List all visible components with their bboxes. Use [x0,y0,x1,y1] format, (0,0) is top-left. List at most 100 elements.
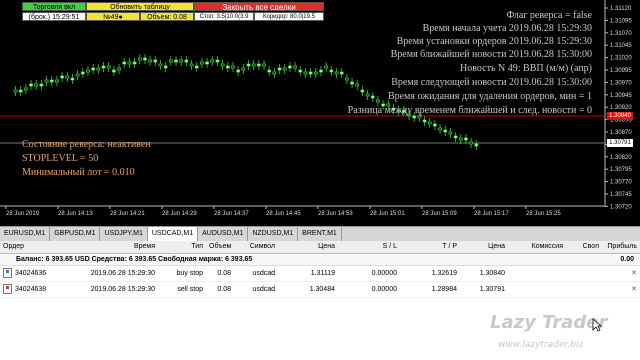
col-volume[interactable]: Объем [206,241,234,253]
stoplevel-text: STOPLEVEL = 50 [22,153,99,164]
tab-audusd[interactable]: AUDUSD,M1 [198,227,249,241]
table-row[interactable]: 34024638 2019.06.28 15:29:30 sell stop 0… [0,282,640,298]
news-number-field: №49● [86,12,140,21]
col-time[interactable]: Время [68,241,158,253]
col-tp[interactable]: T / P [400,241,460,253]
candle-body [464,137,468,141]
close-order-icon[interactable]: ✕ [602,282,640,297]
candle-body [267,69,272,73]
info-line: Время установки ордеров 2019.06.28 15:29… [396,36,592,47]
candle-body [101,65,106,69]
close-all-button[interactable]: Закрыть все сделки [194,2,324,11]
tab-nzdusd[interactable]: NZDUSD,M1 [248,227,299,241]
stop-field: Стоп: 3.5|10.0(3.9 [194,12,254,21]
candle-body [256,63,261,67]
candle-body [277,67,282,71]
sl-cell: 0.00000 [371,286,397,293]
candle-body [86,69,90,73]
col-swap[interactable]: Своп [566,241,602,253]
pending-order-icon [3,284,12,295]
candle-body [225,65,230,69]
balance-text: Баланс: 6 393.65 USD Средства: 6 393.65 … [16,256,253,263]
balance-row: Баланс: 6 393.65 USD Средства: 6 393.65 … [0,254,640,266]
time-tick-label: 28 Jun 15:17 [474,211,509,217]
candle-body [127,61,132,65]
candle-body [427,121,432,125]
candle-body [111,69,116,73]
candle-body [282,67,287,71]
candle-body [350,81,354,85]
candle-body [443,129,448,133]
tab-usdcad[interactable]: USDCAD,M1 [147,227,199,241]
candle-body [236,69,241,73]
price-tick-label: 1.31070 [610,31,632,37]
candle-body [23,87,28,91]
tab-eurusd[interactable]: EURUSD,M1 [0,227,51,241]
refresh-table-button[interactable]: Обновить таблицу [86,2,194,11]
candle-body [106,65,111,69]
balance-profit: 0.00 [620,256,634,263]
candle-body [210,59,215,63]
candle-body [122,61,127,65]
col-symbol[interactable]: Символ [234,241,278,253]
col-commission[interactable]: Комиссия [508,241,566,253]
col-current-price[interactable]: Цена [460,241,508,253]
candle-body [334,71,339,75]
volume-cell: 0.08 [217,270,231,277]
mouse-cursor-icon [592,318,602,332]
price-tick-label: 1.31095 [610,18,632,24]
candle-body [469,141,474,145]
time-tick-label: 28 Jun 14:21 [110,211,145,217]
candle-body [44,79,49,83]
time-cell: 2019.06.28 15:29:30 [90,270,155,277]
candle-body [153,59,158,63]
candle-body [148,59,153,63]
price-tick-label: 1.30745 [610,192,632,198]
close-order-icon[interactable]: ✕ [602,266,640,281]
table-row[interactable]: 34024636 2019.06.28 15:29:30 buy stop 0.… [0,266,640,282]
col-order[interactable]: Ордер [0,241,68,253]
candle-body [370,95,375,99]
info-line: Время ближайшей новости 2019.06.28 15:30… [390,49,592,60]
candle-body [422,119,427,123]
type-cell: buy stop [176,270,203,277]
tab-brent[interactable]: BRENT,M1 [298,227,342,241]
price-chart[interactable]: 1.31120 1.31095 1.31070 1.31045 1.31020 1.309… [0,0,640,226]
sl-cell: 0.00000 [371,270,397,277]
candle-body [324,65,329,69]
price-tick-label: 1.31020 [610,56,632,62]
info-line: Новость N 49: ВВП (м/м) (апр) [460,63,592,74]
time-tick-label: 28 Jun 14:45 [266,211,301,217]
swap-cell [566,282,602,297]
candle-body [189,63,194,67]
candle-body [412,115,417,119]
col-type[interactable]: Тип [158,241,206,253]
time-tick-label: 28 Jun 14:29 [162,211,197,217]
candle-body [438,127,442,131]
order-cell: 34024638 [0,282,68,297]
candle-body [432,123,437,127]
price-tick-label: 1.30945 [610,93,632,99]
watermark-title: Lazy Trader [490,312,608,333]
candle-body [453,135,458,139]
table-header: Ордер Время Тип Объем Символ Цена S / L … [0,241,640,254]
swap-cell [566,266,602,281]
tab-gbpusd[interactable]: GBPUSD,M1 [50,227,101,241]
candle-body [329,69,334,73]
col-price[interactable]: Цена [278,241,338,253]
price-tick-label: 1.30770 [610,180,632,186]
tab-usdjpy[interactable]: USDJPY,M1 [100,227,148,241]
col-sl[interactable]: S / L [338,241,400,253]
info-line: Время следующей новости 2019.06.28 15:30… [391,77,592,88]
price-tick-label: 1.30720 [610,204,632,210]
candle-body [194,65,199,69]
col-profit[interactable]: Прибыль [602,241,640,253]
time-tick-label: 28 Jun 14:53 [318,211,353,217]
candle-body [458,137,463,141]
buy-stop-price-tag: 1.30840 [607,112,633,120]
chart-tabs: EURUSD,M1 GBPUSD,M1 USDJPY,M1 USDCAD,M1 … [0,226,640,242]
candle-body [163,65,168,69]
price-cell: 1.30484 [309,286,335,293]
broker-time-field: (брок.) 15:29:51 [22,12,86,21]
trading-toggle-button[interactable]: Торговля вкл [22,2,86,11]
